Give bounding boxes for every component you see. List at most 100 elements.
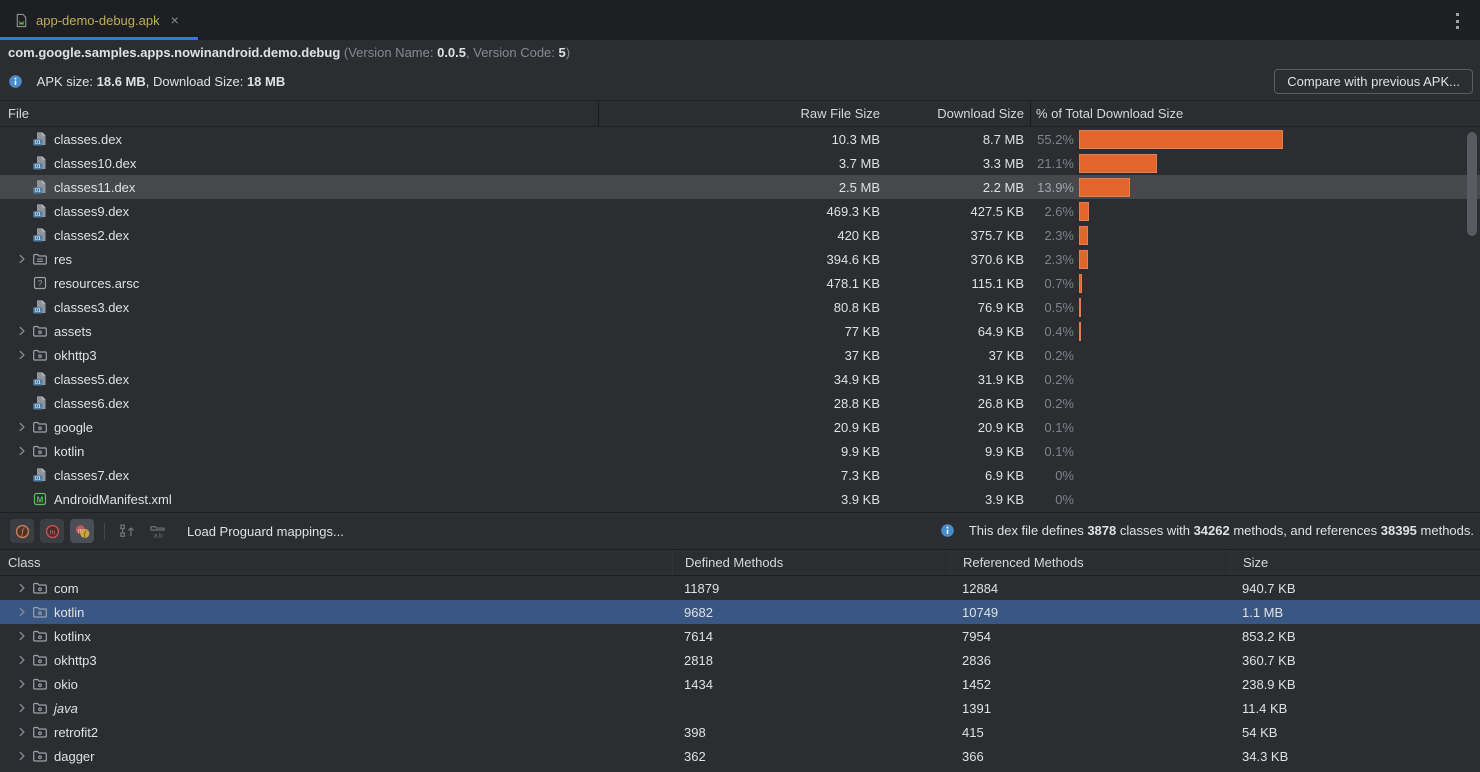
pct-cell: 0% (1030, 463, 1480, 487)
svg-text:01: 01 (35, 188, 41, 194)
column-header-pct-total[interactable]: % of Total Download Size (1030, 101, 1480, 126)
class-row[interactable]: kotlinx76147954853.2 KB (0, 624, 1480, 648)
file-row[interactable]: kotlin9.9 KB9.9 KB0.1% (0, 439, 1480, 463)
class-row[interactable]: com1187912884940.7 KB (0, 576, 1480, 600)
pct-value: 0.4% (1030, 324, 1074, 339)
classes-count: 3878 (1087, 523, 1116, 538)
file-row[interactable]: res394.6 KB370.6 KB2.3% (0, 247, 1480, 271)
column-header-raw-file-size[interactable]: Raw File Size (598, 101, 890, 126)
mappings-folder-button[interactable]: a.b (145, 519, 169, 543)
class-row[interactable]: dagger36236634.3 KB (0, 744, 1480, 768)
pct-cell: 21.1% (1030, 151, 1480, 175)
show-fields-toggle[interactable]: f (10, 519, 34, 543)
tree-indent-spacer (12, 275, 32, 291)
file-row[interactable]: okhttp337 KB37 KB0.2% (0, 343, 1480, 367)
file-row[interactable]: 01classes7.dex7.3 KB6.9 KB0% (0, 463, 1480, 487)
referenced-methods: 7954 (950, 629, 1230, 644)
chevron-right-icon[interactable] (12, 419, 32, 435)
raw-file-size: 20.9 KB (598, 420, 890, 435)
column-header-download-size[interactable]: Download Size (890, 101, 1030, 126)
svg-text:01: 01 (35, 380, 41, 386)
file-row[interactable]: 01classes5.dex34.9 KB31.9 KB0.2% (0, 367, 1480, 391)
tree-name-cell: 01classes3.dex (0, 295, 598, 319)
file-row[interactable]: google20.9 KB20.9 KB0.1% (0, 415, 1480, 439)
chevron-right-icon[interactable] (12, 604, 32, 620)
chevron-right-icon[interactable] (12, 347, 32, 363)
tree-name-cell: 01classes7.dex (0, 463, 598, 487)
chevron-right-icon[interactable] (12, 323, 32, 339)
file-row[interactable]: 01classes10.dex3.7 MB3.3 MB21.1% (0, 151, 1480, 175)
download-size: 3.3 MB (890, 156, 1030, 171)
file-table-header: File Raw File Size Download Size % of To… (0, 100, 1480, 127)
node-label: dagger (54, 749, 94, 764)
tree-indent-spacer (12, 491, 32, 507)
tree-name-cell: google (0, 415, 598, 439)
file-row[interactable]: assets77 KB64.9 KB0.4% (0, 319, 1480, 343)
tree-indent-spacer (12, 227, 32, 243)
tree-name-cell: 01classes6.dex (0, 391, 598, 415)
chevron-right-icon[interactable] (12, 724, 32, 740)
file-row[interactable]: ?resources.arsc478.1 KB115.1 KB0.7% (0, 271, 1480, 295)
node-label: kotlin (54, 605, 84, 620)
vertical-scrollbar[interactable] (1467, 132, 1477, 236)
chevron-right-icon[interactable] (12, 676, 32, 692)
file-row[interactable]: 01classes.dex10.3 MB8.7 MB55.2% (0, 127, 1480, 151)
class-row[interactable]: java139111.4 KB (0, 696, 1480, 720)
raw-file-size: 9.9 KB (598, 444, 890, 459)
node-label: AndroidManifest.xml (54, 492, 172, 507)
compare-previous-apk-button[interactable]: Compare with previous APK... (1274, 69, 1473, 94)
chevron-right-icon[interactable] (12, 748, 32, 764)
tree-name-cell: assets (0, 319, 598, 343)
column-header-defined-methods[interactable]: Defined Methods (672, 550, 950, 575)
download-size: 31.9 KB (890, 372, 1030, 387)
tree-name-cell: okhttp3 (0, 343, 598, 367)
expand-tree-button[interactable] (115, 519, 139, 543)
kebab-menu-icon[interactable] (1450, 13, 1464, 29)
package-folder-icon (32, 628, 50, 644)
file-row[interactable]: 01classes9.dex469.3 KB427.5 KB2.6% (0, 199, 1480, 223)
dex-file-icon: 01 (32, 203, 50, 219)
pct-bar (1079, 274, 1082, 293)
show-referenced-toggle[interactable]: mf (70, 519, 94, 543)
referenced-methods: 2836 (950, 653, 1230, 668)
chevron-right-icon[interactable] (12, 700, 32, 716)
chevron-right-icon[interactable] (12, 652, 32, 668)
tab-apk-file[interactable]: app-demo-debug.apk × (0, 0, 198, 40)
file-row[interactable]: 01classes11.dex2.5 MB2.2 MB13.9% (0, 175, 1480, 199)
manifest-file-icon: M (32, 491, 50, 507)
node-label: classes7.dex (54, 468, 129, 483)
column-header-file[interactable]: File (0, 106, 598, 121)
file-row[interactable]: 01classes3.dex80.8 KB76.9 KB0.5% (0, 295, 1480, 319)
file-row[interactable]: 01classes2.dex420 KB375.7 KB2.3% (0, 223, 1480, 247)
node-label: resources.arsc (54, 276, 139, 291)
tab-close-icon[interactable]: × (171, 12, 179, 28)
pct-bar (1079, 322, 1081, 341)
class-row[interactable]: kotlin9682107491.1 MB (0, 600, 1480, 624)
chevron-right-icon[interactable] (12, 628, 32, 644)
tree-name-cell: 01classes.dex (0, 127, 598, 151)
class-row[interactable]: retrofit239841554 KB (0, 720, 1480, 744)
dex-file-icon: 01 (32, 131, 50, 147)
class-row[interactable]: okhttp328182836360.7 KB (0, 648, 1480, 672)
raw-file-size: 28.8 KB (598, 396, 890, 411)
raw-file-size: 34.9 KB (598, 372, 890, 387)
file-row[interactable]: 01classes6.dex28.8 KB26.8 KB0.2% (0, 391, 1480, 415)
node-label: kotlin (54, 444, 84, 459)
node-label: okhttp3 (54, 348, 97, 363)
folder-icon (32, 443, 50, 459)
chevron-right-icon[interactable] (12, 251, 32, 267)
column-header-referenced-methods[interactable]: Referenced Methods (950, 550, 1230, 575)
column-header-size[interactable]: Size (1230, 550, 1480, 575)
chevron-right-icon[interactable] (12, 580, 32, 596)
class-row[interactable]: okio14341452238.9 KB (0, 672, 1480, 696)
chevron-right-icon[interactable] (12, 443, 32, 459)
defined-methods: 398 (672, 725, 950, 740)
package-folder-icon (32, 652, 50, 668)
download-size: 64.9 KB (890, 324, 1030, 339)
load-proguard-mappings-button[interactable]: Load Proguard mappings... (187, 524, 344, 539)
column-header-class[interactable]: Class (0, 555, 672, 570)
apk-file-icon (14, 13, 29, 28)
show-methods-toggle[interactable]: m (40, 519, 64, 543)
folder-icon (32, 323, 50, 339)
file-row[interactable]: MAndroidManifest.xml3.9 KB3.9 KB0% (0, 487, 1480, 511)
